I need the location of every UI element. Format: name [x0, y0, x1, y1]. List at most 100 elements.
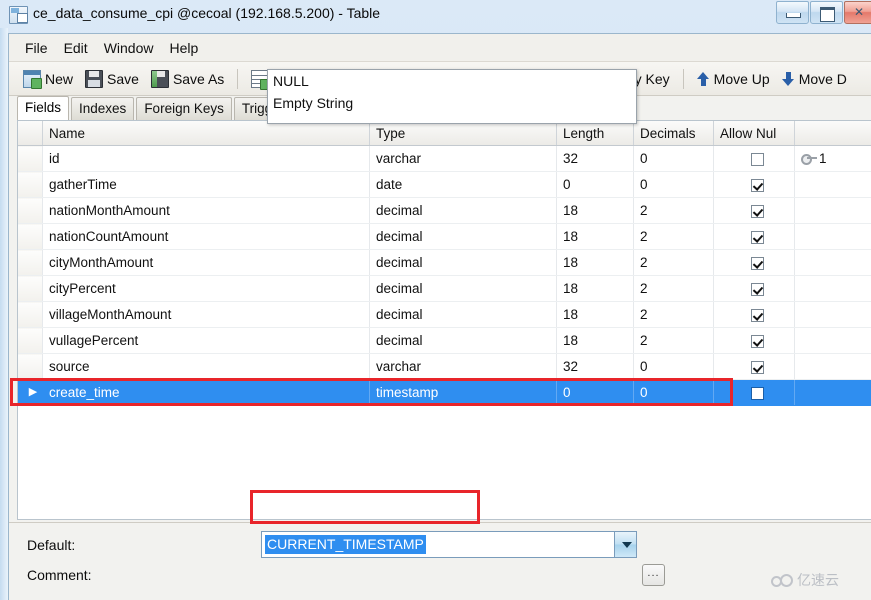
tab-foreign-keys[interactable]: Foreign Keys: [136, 97, 232, 120]
cell-allow-null[interactable]: [714, 328, 795, 354]
cell-primary-key[interactable]: [795, 302, 871, 328]
cell-primary-key[interactable]: 1: [795, 146, 871, 172]
cell-field-type[interactable]: decimal: [370, 224, 557, 250]
row-gutter[interactable]: [18, 250, 43, 276]
column-header-key[interactable]: [795, 121, 871, 146]
cell-field-name[interactable]: cityMonthAmount: [43, 250, 370, 276]
row-gutter[interactable]: [18, 276, 43, 302]
cell-field-decimals[interactable]: 2: [634, 198, 714, 224]
row-gutter[interactable]: [18, 198, 43, 224]
allow-null-checkbox[interactable]: [751, 153, 764, 166]
cell-field-decimals[interactable]: 2: [634, 328, 714, 354]
allow-null-checkbox[interactable]: [751, 309, 764, 322]
cell-field-decimals[interactable]: 0: [634, 380, 714, 406]
column-header-decimals[interactable]: Decimals: [634, 121, 714, 146]
menu-item-edit[interactable]: Edit: [56, 37, 96, 59]
row-gutter[interactable]: ▶: [18, 380, 43, 406]
cell-primary-key[interactable]: [795, 380, 871, 406]
allow-null-checkbox[interactable]: [751, 335, 764, 348]
allow-null-checkbox[interactable]: [751, 361, 764, 374]
menu-item-help[interactable]: Help: [161, 37, 206, 59]
save-button[interactable]: Save: [79, 66, 145, 92]
cell-primary-key[interactable]: [795, 172, 871, 198]
tab-indexes[interactable]: Indexes: [71, 97, 134, 120]
row-gutter[interactable]: [18, 146, 43, 172]
cell-field-name[interactable]: vullagePercent: [43, 328, 370, 354]
table-row[interactable]: villageMonthAmountdecimal182: [18, 302, 871, 328]
cell-field-name[interactable]: nationCountAmount: [43, 224, 370, 250]
table-row[interactable]: sourcevarchar320: [18, 354, 871, 380]
cell-field-name[interactable]: nationMonthAmount: [43, 198, 370, 224]
column-header-type[interactable]: Type: [370, 121, 557, 146]
cell-field-length[interactable]: 0: [557, 380, 634, 406]
cell-allow-null[interactable]: [714, 172, 795, 198]
column-header-name[interactable]: Name: [43, 121, 370, 146]
cell-field-decimals[interactable]: 2: [634, 302, 714, 328]
save-as-button[interactable]: Save As: [145, 66, 230, 92]
row-gutter[interactable]: [18, 172, 43, 198]
cell-field-name[interactable]: id: [43, 146, 370, 172]
cell-field-type[interactable]: decimal: [370, 328, 557, 354]
cell-field-decimals[interactable]: 0: [634, 146, 714, 172]
cell-field-length[interactable]: 0: [557, 172, 634, 198]
cell-field-type[interactable]: date: [370, 172, 557, 198]
dropdown-option-null[interactable]: NULL: [268, 70, 636, 92]
cell-primary-key[interactable]: [795, 198, 871, 224]
cell-field-type[interactable]: decimal: [370, 198, 557, 224]
cell-primary-key[interactable]: [795, 250, 871, 276]
table-row[interactable]: gatherTimedate00: [18, 172, 871, 198]
cell-allow-null[interactable]: [714, 224, 795, 250]
cell-allow-null[interactable]: [714, 302, 795, 328]
maximize-button[interactable]: [810, 1, 843, 24]
row-gutter[interactable]: [18, 224, 43, 250]
minimize-button[interactable]: [776, 1, 809, 24]
table-row[interactable]: vullagePercentdecimal182: [18, 328, 871, 354]
column-header-length[interactable]: Length: [557, 121, 634, 146]
cell-field-decimals[interactable]: 2: [634, 276, 714, 302]
cell-field-name[interactable]: villageMonthAmount: [43, 302, 370, 328]
cell-field-length[interactable]: 18: [557, 250, 634, 276]
row-gutter[interactable]: [18, 328, 43, 354]
allow-null-checkbox[interactable]: [751, 257, 764, 270]
cell-field-name[interactable]: gatherTime: [43, 172, 370, 198]
allow-null-checkbox[interactable]: [751, 231, 764, 244]
menu-item-file[interactable]: File: [17, 37, 56, 59]
row-gutter[interactable]: [18, 302, 43, 328]
cell-allow-null[interactable]: [714, 276, 795, 302]
move-up-button[interactable]: Move Up: [691, 66, 776, 92]
table-row[interactable]: nationMonthAmountdecimal182: [18, 198, 871, 224]
row-gutter[interactable]: [18, 354, 43, 380]
cell-field-name[interactable]: create_time: [43, 380, 370, 406]
cell-field-length[interactable]: 32: [557, 146, 634, 172]
cell-field-length[interactable]: 18: [557, 328, 634, 354]
cell-allow-null[interactable]: [714, 146, 795, 172]
dropdown-option-empty-string[interactable]: Empty String: [268, 92, 636, 114]
table-row[interactable]: idvarchar320 1: [18, 146, 871, 172]
cell-field-type[interactable]: decimal: [370, 250, 557, 276]
default-value-dropdown-list[interactable]: NULL Empty String: [267, 69, 637, 124]
cell-field-length[interactable]: 18: [557, 198, 634, 224]
cell-field-type[interactable]: varchar: [370, 146, 557, 172]
cell-primary-key[interactable]: [795, 276, 871, 302]
allow-null-checkbox[interactable]: [751, 179, 764, 192]
cell-field-type[interactable]: varchar: [370, 354, 557, 380]
fields-grid[interactable]: Name Type Length Decimals Allow Nul idva…: [17, 120, 871, 520]
cell-field-length[interactable]: 18: [557, 224, 634, 250]
table-row[interactable]: ▶create_timetimestamp00: [18, 380, 871, 406]
cell-field-length[interactable]: 18: [557, 302, 634, 328]
chevron-down-icon[interactable]: [614, 532, 636, 557]
cell-field-decimals[interactable]: 2: [634, 250, 714, 276]
comment-ellipsis-button[interactable]: ...: [642, 564, 665, 586]
table-row[interactable]: cityMonthAmountdecimal182: [18, 250, 871, 276]
column-header-allow-null[interactable]: Allow Nul: [714, 121, 795, 146]
default-value-combobox[interactable]: CURRENT_TIMESTAMP: [261, 531, 637, 558]
allow-null-checkbox[interactable]: [751, 387, 764, 400]
cell-field-length[interactable]: 32: [557, 354, 634, 380]
cell-allow-null[interactable]: [714, 380, 795, 406]
new-button[interactable]: New: [17, 66, 79, 92]
cell-allow-null[interactable]: [714, 354, 795, 380]
tab-fields[interactable]: Fields: [17, 96, 69, 120]
table-row[interactable]: nationCountAmountdecimal182: [18, 224, 871, 250]
cell-field-type[interactable]: decimal: [370, 302, 557, 328]
allow-null-checkbox[interactable]: [751, 205, 764, 218]
